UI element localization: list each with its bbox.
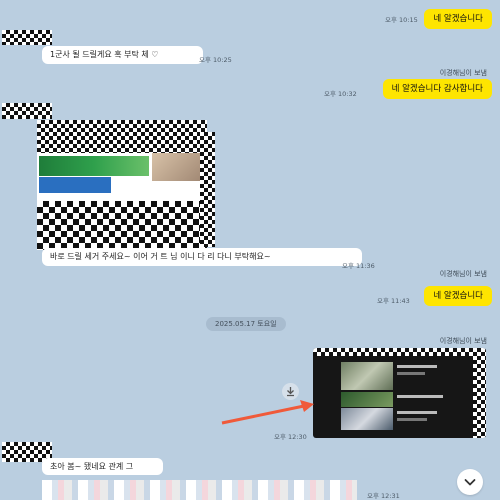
annotation-arrow (221, 400, 314, 425)
video-title-line (397, 395, 443, 398)
date-divider: 2025.05.17 토요일 (206, 317, 286, 331)
video-thumbnail (341, 408, 393, 430)
sender-label: 이경해님이 보냄 (439, 337, 487, 345)
message-time: 오후 12:31 (367, 492, 400, 500)
message-time: 오후 12:30 (274, 433, 307, 441)
avatar[interactable] (2, 103, 52, 119)
video-title-line (397, 365, 437, 368)
my-message-bubble[interactable]: 네 알겠습니다 감사합니다 (382, 79, 492, 99)
shared-screenshot[interactable] (313, 348, 486, 438)
other-message-bubble[interactable]: 바로 드릴 세거 주세요~ 이어 거 트 님 이니 다 리 다니 부탁해요~ (42, 248, 362, 266)
sender-label: 이경해님이 보냄 (439, 270, 487, 278)
message-time: 오후 10:32 (324, 90, 357, 98)
video-title-line (397, 372, 425, 375)
image-side-pattern (200, 132, 215, 247)
message-time: 오후 11:36 (342, 262, 375, 270)
image-thumbnail (37, 153, 207, 203)
green-banner (39, 156, 149, 176)
message-time: 오후 11:43 (377, 297, 410, 305)
video-thumbnail (341, 362, 393, 390)
message-time: 오후 10:15 (385, 16, 418, 24)
shared-image-card[interactable] (37, 120, 207, 250)
sender-label: 이경해님이 보냄 (439, 69, 487, 77)
chevron-down-icon (464, 479, 476, 486)
video-title-line (397, 418, 427, 421)
my-message-bubble[interactable]: 네 알겠습니다 (424, 9, 492, 29)
blue-banner (39, 177, 111, 193)
other-message-bubble[interactable]: 초아 봄~ 됐네요 관계 그 (42, 458, 163, 475)
avatar[interactable] (2, 30, 52, 45)
my-message-bubble[interactable]: 네 알겠습니다 (424, 286, 492, 306)
scroll-to-bottom-button[interactable] (457, 469, 483, 495)
screenshot-side-pattern (473, 356, 486, 438)
image-bottom-pattern (37, 201, 207, 250)
other-message-bubble[interactable]: 1군사 될 드릴게요 혹 부탁 체 ♡ (42, 46, 203, 64)
photo-thumbnail (152, 153, 207, 181)
video-title-line (397, 411, 437, 414)
blurred-image-preview[interactable] (42, 480, 357, 500)
screenshot-top-pattern (313, 348, 486, 356)
image-top-pattern (37, 120, 207, 153)
message-time: 오후 10:25 (199, 56, 232, 64)
video-thumbnail (341, 392, 393, 407)
